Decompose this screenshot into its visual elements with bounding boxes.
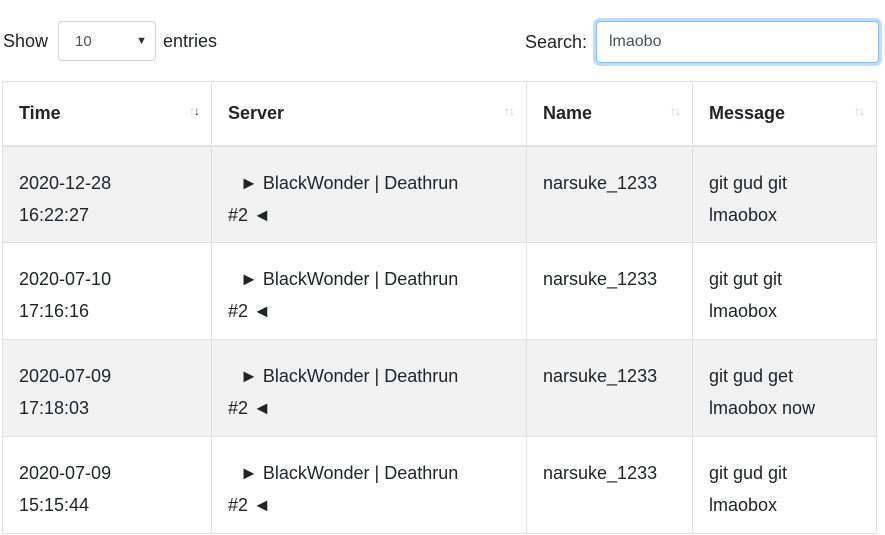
cell-server: ► BlackWonder | Deathrun #2 ◄	[211, 145, 527, 243]
cell-time: 2020-07-09 15:15:44	[2, 436, 212, 534]
entries-length-control: Show 10 ▼ entries	[3, 20, 217, 62]
cell-time: 2020-12-28 16:22:27	[2, 145, 212, 243]
cell-server: ► BlackWonder | Deathrun #2 ◄	[211, 339, 527, 437]
chat-log-table: Time ↑↓ Server ↑↓ Name ↑↓ Message ↑↓ 202…	[2, 81, 877, 534]
table-row: 2020-07-10 17:16:16 ► BlackWonder | Death…	[2, 242, 877, 340]
cell-name: narsuke_1233	[526, 242, 693, 340]
table-row: 2020-12-28 16:22:27 ► BlackWonder | Death…	[2, 145, 877, 243]
cell-name: narsuke_1233	[526, 145, 693, 243]
show-label: Show	[3, 30, 49, 51]
table-row: 2020-07-09 15:15:44 ► BlackWonder | Death…	[2, 436, 877, 534]
sort-icon: ↑↓	[670, 104, 681, 118]
sort-icon: ↑↓	[854, 104, 865, 118]
cell-time: 2020-07-10 17:16:16	[2, 242, 212, 340]
search-control: Search:	[525, 20, 879, 64]
entries-per-page-value: 10	[75, 32, 92, 50]
cell-server: ► BlackWonder | Deathrun #2 ◄	[211, 242, 527, 340]
entries-per-page-select[interactable]: 10 ▼	[58, 21, 157, 61]
column-header-server[interactable]: Server ↑↓	[211, 81, 527, 147]
cell-message: git gud get lmaobox now	[692, 339, 877, 437]
table-row: 2020-07-09 17:18:03 ► BlackWonder | Death…	[2, 339, 877, 437]
cell-name: narsuke_1233	[526, 436, 693, 534]
search-label: Search:	[524, 31, 587, 52]
column-header-name[interactable]: Name ↑↓	[526, 81, 693, 147]
column-header-time[interactable]: Time ↑↓	[2, 81, 212, 147]
cell-time: 2020-07-09 17:18:03	[2, 339, 212, 437]
search-input[interactable]	[596, 21, 879, 63]
cell-server: ► BlackWonder | Deathrun #2 ◄	[211, 436, 527, 534]
column-header-message[interactable]: Message ↑↓	[692, 81, 877, 147]
chevron-down-icon: ▼	[136, 35, 148, 47]
cell-message: git gut git lmaobox	[692, 242, 877, 340]
table-header-row: Time ↑↓ Server ↑↓ Name ↑↓ Message ↑↓	[2, 81, 877, 147]
cell-name: narsuke_1233	[526, 339, 693, 437]
sort-icon: ↑↓	[504, 104, 515, 118]
cell-message: git gud git lmaobox	[692, 145, 877, 243]
entries-label: entries	[163, 30, 218, 51]
sort-desc-icon: ↑↓	[189, 104, 200, 118]
cell-message: git gud git lmaobox	[692, 436, 877, 534]
